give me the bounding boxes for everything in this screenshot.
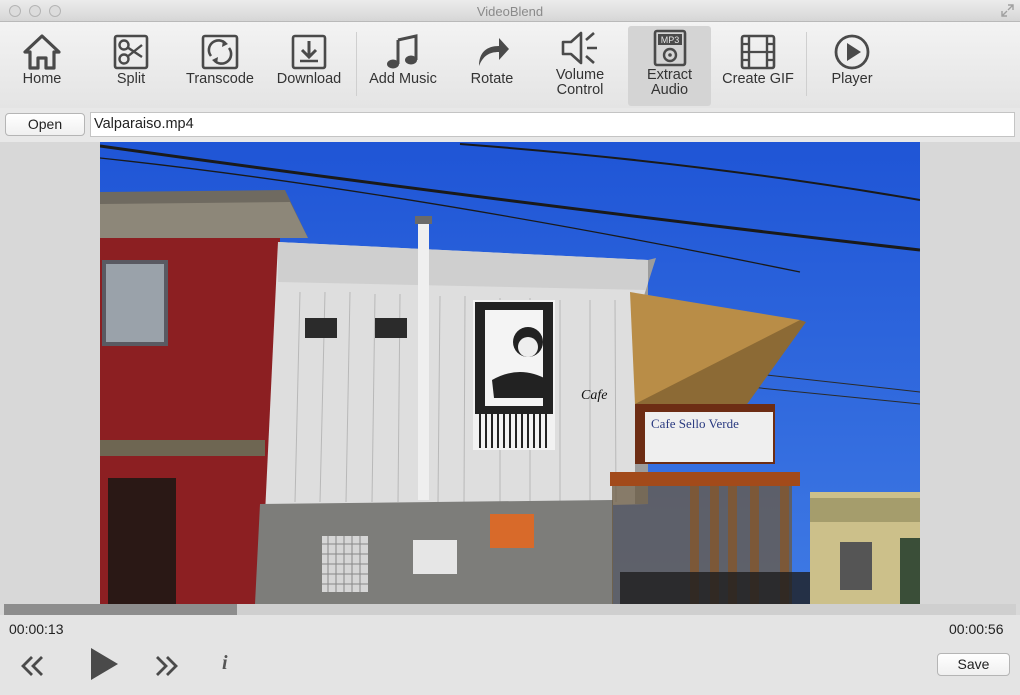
- current-time: 00:00:13: [9, 621, 64, 637]
- toolbar-divider: [356, 32, 357, 96]
- play-button[interactable]: [89, 647, 119, 681]
- split-icon: [113, 34, 149, 70]
- video-banner-text: Cafe Sello Verde: [651, 416, 739, 431]
- toolbar-divider: [806, 32, 807, 96]
- play-circle-icon: [834, 34, 870, 70]
- toolbar-split-button[interactable]: Split: [94, 26, 168, 106]
- save-button[interactable]: Save: [937, 653, 1010, 676]
- toolbar-add-music-button[interactable]: Add Music: [362, 26, 444, 106]
- toolbar: Home Split Transcode Download Add Music …: [0, 22, 1020, 108]
- file-row: Open Valparaiso.mp4: [0, 108, 1020, 142]
- toolbar-volume-control-button[interactable]: Volume Control: [540, 26, 620, 106]
- toolbar-rotate-button[interactable]: Rotate: [456, 26, 528, 106]
- toolbar-download-label: Download: [276, 71, 342, 87]
- playback-progress-fill: [4, 604, 237, 615]
- fullscreen-icon[interactable]: [1001, 4, 1014, 17]
- window-title: VideoBlend: [476, 4, 544, 19]
- playback-controls: 00:00:13 00:00:56 i Save: [0, 615, 1020, 695]
- toolbar-rotate-label: Rotate: [470, 71, 514, 87]
- video-frame[interactable]: Cafe Cafe Sello Verde: [100, 142, 920, 604]
- speaker-icon: [561, 31, 597, 65]
- toolbar-extract-audio-label-line2: Audio: [650, 82, 689, 98]
- download-icon: [291, 34, 327, 70]
- fast-forward-button[interactable]: [153, 655, 179, 677]
- mp3-icon-text: MP3: [660, 35, 679, 45]
- toolbar-player-label: Player: [831, 71, 873, 87]
- toolbar-transcode-label: Transcode: [186, 71, 254, 87]
- toolbar-home-label: Home: [22, 71, 62, 87]
- transcode-icon: [201, 34, 239, 70]
- toolbar-split-label: Split: [116, 71, 146, 87]
- mp3-icon: MP3: [653, 29, 686, 67]
- video-preview-area: Cafe Cafe Sello Verde: [0, 142, 1020, 604]
- rotate-icon: [479, 38, 509, 66]
- filename-field[interactable]: Valparaiso.mp4: [90, 112, 1015, 137]
- film-strip-icon: [740, 34, 776, 70]
- info-button[interactable]: i: [222, 652, 228, 675]
- toolbar-create-gif-button[interactable]: Create GIF: [716, 26, 800, 106]
- open-button[interactable]: Open: [5, 113, 85, 136]
- toolbar-download-button[interactable]: Download: [270, 26, 348, 106]
- title-bar: VideoBlend: [0, 0, 1020, 22]
- toolbar-extract-audio-label-line1: Extract: [646, 67, 693, 83]
- toolbar-volume-label-line1: Volume: [555, 67, 605, 83]
- toolbar-home-button[interactable]: Home: [6, 26, 78, 106]
- video-sign-text: Cafe: [581, 388, 607, 403]
- total-time: 00:00:56: [949, 621, 1004, 637]
- home-icon: [23, 34, 61, 70]
- playback-progress-bar[interactable]: [4, 604, 1016, 615]
- toolbar-volume-label-line2: Control: [556, 82, 604, 98]
- toolbar-transcode-button[interactable]: Transcode: [180, 26, 260, 106]
- toolbar-create-gif-label: Create GIF: [722, 71, 794, 87]
- music-note-icon: [387, 34, 418, 69]
- toolbar-player-button[interactable]: Player: [814, 26, 890, 106]
- toolbar-extract-audio-button[interactable]: MP3 Extract Audio: [628, 26, 711, 106]
- rewind-button[interactable]: [20, 655, 46, 677]
- toolbar-add-music-label: Add Music: [369, 71, 437, 87]
